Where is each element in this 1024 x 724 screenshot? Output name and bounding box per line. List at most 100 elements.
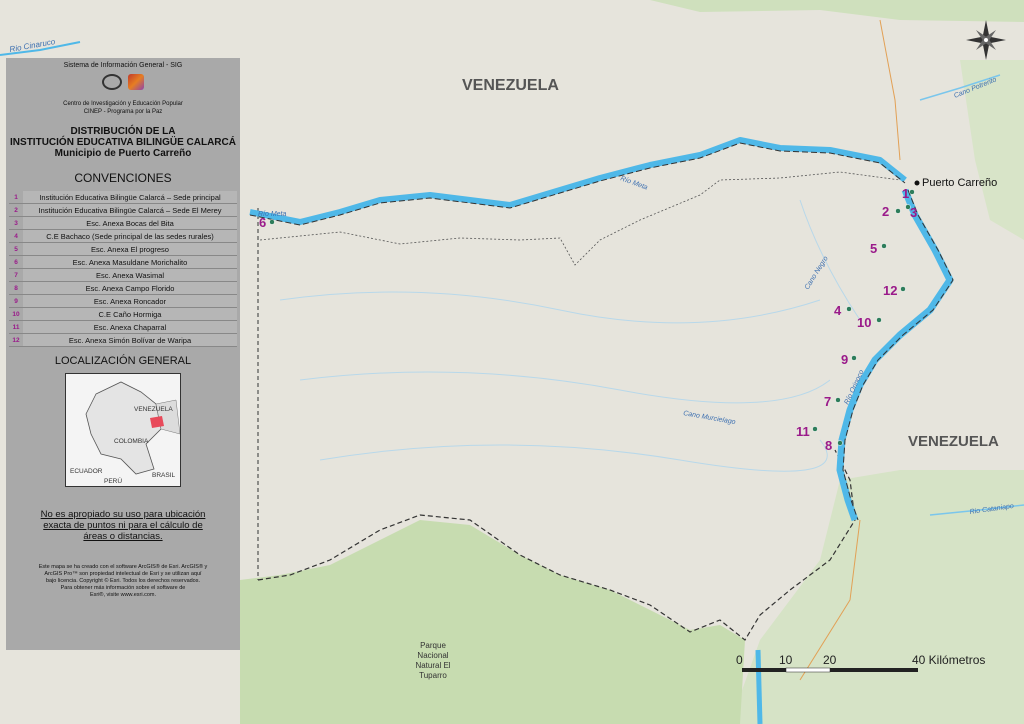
convention-row: 10 C.E Caño Hormiga xyxy=(9,307,237,321)
convention-number: 4 xyxy=(9,229,23,243)
school-point-2[interactable] xyxy=(895,208,901,214)
esri-credit: Este mapa se ha creado con el software A… xyxy=(16,564,230,599)
school-point-10[interactable] xyxy=(876,317,882,323)
program-logo-icon xyxy=(128,74,144,90)
conventions-table: 1 Institución Educativa Bilingüe Calarcá … xyxy=(9,191,237,347)
school-point-7[interactable] xyxy=(835,397,841,403)
school-point-8[interactable] xyxy=(837,440,843,446)
point-label-9: 9 xyxy=(841,352,848,367)
school-point-1[interactable] xyxy=(909,189,915,195)
convention-number: 7 xyxy=(9,268,23,282)
location-inset-map: VENEZUELA COLOMBIA ECUADOR PERÚ BRASIL xyxy=(65,373,181,487)
convention-row: 3 Esc. Anexa Bocas del Bita xyxy=(9,216,237,230)
convention-label: Institución Educativa Bilingüe Calarcá –… xyxy=(23,203,237,217)
inset-label-brasil: BRASIL xyxy=(152,472,176,479)
usage-warning: No es apropiado su uso para ubicación ex… xyxy=(16,509,230,542)
cinep-logo-icon xyxy=(102,74,122,90)
convention-number: 1 xyxy=(9,191,23,204)
point-label-4: 4 xyxy=(834,303,842,318)
point-label-1: 1 xyxy=(902,186,909,201)
inset-highlight xyxy=(150,416,164,428)
convention-label: Esc. Anexa Campo Florido xyxy=(23,281,237,295)
convention-number: 2 xyxy=(9,203,23,217)
legend-panel: Sistema de Información General - SIG Cen… xyxy=(6,58,240,650)
park-label-1: Parque xyxy=(420,641,446,650)
convention-row: 11 Esc. Anexa Chaparral xyxy=(9,320,237,334)
park-label-3: Natural El xyxy=(415,661,450,670)
point-label-11: 11 xyxy=(796,424,810,439)
convention-number: 8 xyxy=(9,281,23,295)
inset-label-ecuador: ECUADOR xyxy=(70,468,103,475)
school-point-5[interactable] xyxy=(881,243,887,249)
convention-number: 6 xyxy=(9,255,23,269)
point-label-7: 7 xyxy=(824,394,831,409)
school-point-4[interactable] xyxy=(846,306,852,312)
point-label-3: 3 xyxy=(910,205,917,220)
convention-label: Esc. Anexa Chaparral xyxy=(23,320,237,334)
school-point-6[interactable] xyxy=(269,219,275,225)
country-label-north: VENEZUELA xyxy=(462,77,559,94)
point-label-6: 6 xyxy=(259,215,266,230)
point-label-2: 2 xyxy=(882,204,889,219)
org-info: Centro de Investigación y Educación Popu… xyxy=(6,100,240,116)
convention-row: 5 Esc. Anexa El progreso xyxy=(9,242,237,256)
point-label-5: 5 xyxy=(870,241,877,256)
convention-row: 12 Esc. Anexa Simón Bolívar de Waripa xyxy=(9,333,237,347)
warning-line-3: áreas o distancias. xyxy=(83,531,163,542)
school-point-11[interactable] xyxy=(812,426,818,432)
inset-label-colombia: COLOMBIA xyxy=(114,438,149,445)
location-heading: LOCALIZACIÓN GENERAL xyxy=(54,355,192,367)
credit-line-1: Este mapa se ha creado con el software A… xyxy=(38,564,208,570)
scale-tick-40: 40 Kilómetros xyxy=(912,653,985,667)
inset-label-peru: PERÚ xyxy=(104,478,123,485)
map-title: DISTRIBUCIÓN DE LA INSTITUCIÓN EDUCATIVA… xyxy=(6,126,240,148)
org-line-2: CINEP - Programa por la Paz xyxy=(83,109,163,115)
scale-tick-10: 10 xyxy=(779,653,793,667)
warning-line-2: exacta de puntos ni para el cálculo de xyxy=(43,520,203,531)
convention-label: C.E Caño Hormiga xyxy=(23,307,237,321)
convention-label: Esc. Anexa Wasimal xyxy=(23,268,237,282)
convention-number: 11 xyxy=(9,320,23,334)
system-label: Sistema de Información General - SIG xyxy=(63,62,183,69)
park-label-4: Tuparro xyxy=(419,671,447,680)
school-point-12[interactable] xyxy=(900,286,906,292)
city-label: Puerto Carreño xyxy=(922,177,997,189)
convention-number: 9 xyxy=(9,294,23,308)
convention-number: 10 xyxy=(9,307,23,321)
point-label-10: 10 xyxy=(857,315,871,330)
country-label-east: VENEZUELA xyxy=(908,433,999,450)
convention-number: 3 xyxy=(9,216,23,230)
credit-line-4: Para obtener más información sobre el so… xyxy=(60,585,186,591)
convention-row: 8 Esc. Anexa Campo Florido xyxy=(9,281,237,295)
convention-label: C.E Bachaco (Sede principal de las sedes… xyxy=(23,229,237,243)
inset-label-venezuela: VENEZUELA xyxy=(134,406,173,413)
conventions-heading: CONVENCIONES xyxy=(74,171,172,185)
logos xyxy=(6,74,240,90)
convention-row: 2 Institución Educativa Bilingüe Calarcá … xyxy=(9,203,237,217)
point-label-8: 8 xyxy=(825,438,832,453)
park-label-2: Nacional xyxy=(417,651,448,660)
convention-label: Esc. Anexa Masuldane Morichalito xyxy=(23,255,237,269)
convention-label: Esc. Anexa Bocas del Bita xyxy=(23,216,237,230)
title-line-1: DISTRIBUCIÓN DE LA xyxy=(70,126,176,137)
title-line-2: INSTITUCIÓN EDUCATIVA BILINGÜE CALARCÁ xyxy=(10,137,236,148)
convention-label: Institución Educativa Bilingüe Calarcá –… xyxy=(23,191,237,204)
convention-row: 7 Esc. Anexa Wasimal xyxy=(9,268,237,282)
convention-row: 6 Esc. Anexa Masuldane Morichalito xyxy=(9,255,237,269)
convention-label: Esc. Anexa Roncador xyxy=(23,294,237,308)
scale-tick-0: 0 xyxy=(736,653,743,667)
credit-line-3: bajo licencia. Copyright © Esri. Todos l… xyxy=(45,578,201,584)
point-label-12: 12 xyxy=(883,283,897,298)
convention-number: 12 xyxy=(9,333,23,347)
convention-row: 4 C.E Bachaco (Sede principal de las sede… xyxy=(9,229,237,243)
convention-row: 9 Esc. Anexa Roncador xyxy=(9,294,237,308)
convention-number: 5 xyxy=(9,242,23,256)
org-line-1: Centro de Investigación y Educación Popu… xyxy=(63,101,183,107)
city-point xyxy=(914,180,920,186)
school-point-9[interactable] xyxy=(851,355,857,361)
credit-line-2: ArcGIS Pro™ son propiedad intelectual de… xyxy=(44,571,202,577)
river-south-line xyxy=(755,649,763,724)
warning-line-1: No es apropiado su uso para ubicación xyxy=(40,509,206,520)
credit-line-5: Esri®, visite www.esri.com. xyxy=(89,592,157,598)
convention-row: 1 Institución Educativa Bilingüe Calarcá … xyxy=(9,191,237,204)
